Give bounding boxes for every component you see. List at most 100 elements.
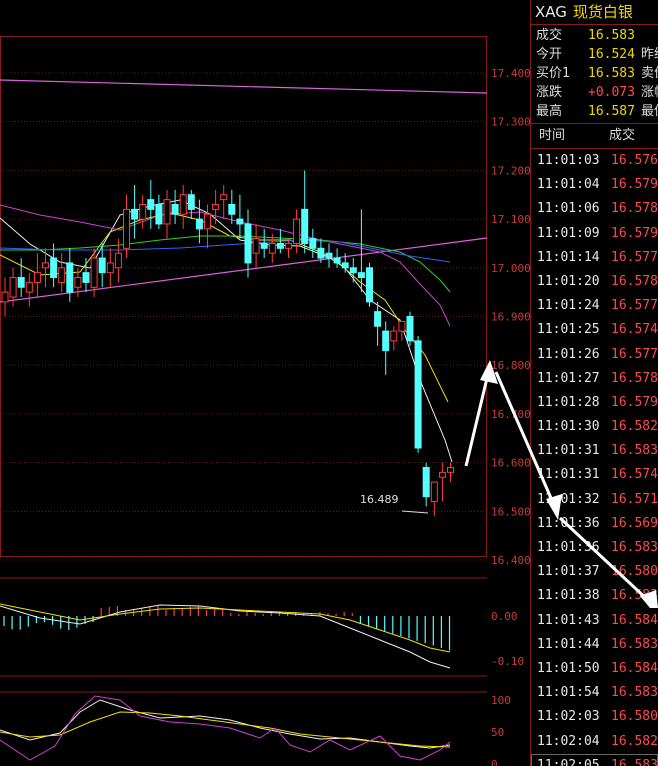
- kdj-d-line: [0, 711, 451, 748]
- tick-time: 11:01:31: [537, 443, 600, 459]
- candle-body: [260, 242, 268, 249]
- tick-price: 16.583: [611, 540, 658, 555]
- candle-body: [106, 262, 114, 274]
- ticks-list[interactable]: 11:01:03 16.576 11:01:04 16.579 11:01:06 16.5…: [531, 149, 658, 766]
- tick-row[interactable]: 11:01:54 16.583: [531, 681, 658, 705]
- tick-price: 16.577: [611, 298, 658, 314]
- tick-row[interactable]: 11:01:26 16.577: [531, 343, 658, 367]
- quote-label: 成交: [536, 28, 563, 43]
- candle-body: [139, 203, 147, 220]
- tick-price: 16.584: [611, 612, 658, 628]
- tick-price: 16.582: [611, 419, 658, 435]
- tick-time: 11:01:50: [537, 660, 600, 676]
- candle-body: [123, 208, 130, 249]
- tick-price: 16.578: [611, 370, 658, 386]
- candle-body: [131, 208, 139, 220]
- quote-label: 买价1: [536, 66, 571, 81]
- tick-row[interactable]: 11:01:31 16.574: [531, 463, 658, 487]
- tick-row[interactable]: 11:02:04 16.582: [531, 730, 658, 754]
- candle-body: [42, 262, 49, 269]
- tick-row[interactable]: 11:01:03 16.576: [531, 149, 658, 173]
- tick-time: 11:01:24: [537, 298, 600, 314]
- kdj-tick-label: 0: [491, 758, 498, 766]
- candle-body: [163, 199, 171, 225]
- quote-label: 涨跌: [536, 85, 563, 100]
- candle-body: [187, 194, 195, 210]
- candle-body: [422, 466, 430, 498]
- tick-price: 16.576: [611, 153, 658, 168]
- candle-body: [147, 199, 155, 210]
- tick-row[interactable]: 11:01:24 16.577: [531, 294, 658, 318]
- tick-price: 16.578: [611, 201, 658, 217]
- instrument-title[interactable]: XAG 现货白银: [531, 0, 658, 25]
- tick-row[interactable]: 11:01:38 16.583: [531, 584, 658, 608]
- quote-row: 涨跌 +0.073 涨幅: [531, 83, 658, 102]
- candle-body: [9, 277, 17, 298]
- tick-row[interactable]: 11:01:50 16.584: [531, 657, 658, 681]
- tick-row[interactable]: 11:01:14 16.577: [531, 246, 658, 270]
- tick-price: 16.578: [611, 273, 658, 289]
- tick-row[interactable]: 11:01:09 16.579: [531, 222, 658, 246]
- tick-row[interactable]: 11:01:04 16.579: [531, 173, 658, 197]
- tick-row[interactable]: 11:01:25 16.574: [531, 318, 658, 342]
- tick-row[interactable]: 11:01:32 16.571: [531, 488, 658, 512]
- tick-row[interactable]: 11:01:37 16.580: [531, 560, 658, 584]
- tick-price: 16.577: [611, 249, 658, 265]
- tick-time: 11:02:03: [537, 709, 600, 725]
- low-annotation: 16.489: [360, 493, 399, 506]
- tick-row[interactable]: 11:02:03 16.580: [531, 705, 658, 729]
- kline-chart[interactable]: 17.400 17.300 17.200 17.100 17.000 16.900 16.8…: [0, 0, 530, 766]
- candle-body: [58, 267, 66, 283]
- quote-label: 最高: [536, 104, 563, 119]
- tick-row[interactable]: 11:01:06 16.578: [531, 197, 658, 221]
- price-tick-label: 16.900: [491, 311, 530, 324]
- macd-histogram: [3, 606, 451, 651]
- tick-row[interactable]: 11:01:20 16.578: [531, 270, 658, 294]
- quote-value: 16.587: [588, 104, 635, 119]
- candle-body: [309, 238, 317, 249]
- tick-price: 16.579: [611, 225, 658, 241]
- tick-price: 16.577: [611, 346, 658, 362]
- macd-axis: 0.00 -0.10: [491, 610, 524, 668]
- tick-time: 11:01:28: [537, 394, 600, 410]
- tick-row[interactable]: 11:01:31 16.583: [531, 439, 658, 463]
- macd-panel: 0.00 -0.10: [0, 577, 524, 677]
- ticks-header: 时间 成交: [531, 124, 658, 149]
- tick-row[interactable]: 11:01:28 16.579: [531, 391, 658, 415]
- ticks-header-price: 成交: [609, 128, 636, 143]
- tick-time: 11:01:36: [537, 540, 600, 555]
- price-tick-label: 17.200: [491, 164, 530, 177]
- candle-body: [1, 291, 9, 303]
- candle-body: [220, 194, 228, 201]
- kdj-k-line: [0, 699, 451, 749]
- instrument-name: 现货白银: [572, 3, 633, 21]
- tick-row[interactable]: 11:01:30 16.582: [531, 415, 658, 439]
- tick-row[interactable]: 11:01:43 16.584: [531, 609, 658, 633]
- price-tick-label: 17.400: [491, 67, 530, 80]
- kdj-tick-label: 100: [491, 694, 511, 707]
- candle-body: [204, 213, 211, 230]
- tick-time: 11:02:05: [537, 757, 600, 766]
- tick-time: 11:01:44: [537, 636, 600, 652]
- tick-time: 11:01:30: [537, 419, 600, 435]
- price-tick-label: 16.800: [491, 359, 530, 372]
- tick-price: 16.574: [611, 322, 658, 338]
- candle-body: [90, 257, 98, 288]
- ma-line-blue: [0, 239, 451, 263]
- price-tick-label: 16.400: [491, 554, 530, 567]
- quote-value: 16.524: [588, 47, 635, 62]
- price-tick-label: 17.100: [491, 213, 530, 226]
- kline-chart-area[interactable]: 17.400 17.300 17.200 17.100 17.000 16.900 16.8…: [0, 0, 530, 766]
- quote-panel: 成交 16.583 今开 16.524 昨结买价1 16.583 卖价涨跌 +0.073 涨幅最…: [531, 25, 658, 124]
- candle-body: [33, 272, 41, 283]
- tick-time: 11:01:09: [537, 225, 600, 241]
- tick-time: 11:01:14: [537, 249, 600, 265]
- tick-row[interactable]: 11:01:27 16.578: [531, 367, 658, 391]
- tick-price: 16.579: [611, 394, 658, 410]
- price-axis: 17.400 17.300 17.200 17.100 17.000 16.900 16.8…: [491, 67, 530, 567]
- macd-dif-line: [0, 604, 451, 669]
- tick-row[interactable]: 11:01:36 16.569: [531, 512, 658, 536]
- tick-row[interactable]: 11:02:05 16.583: [531, 753, 658, 766]
- tick-row[interactable]: 11:01:36 16.583: [531, 536, 658, 560]
- tick-row[interactable]: 11:01:44 16.583: [531, 633, 658, 657]
